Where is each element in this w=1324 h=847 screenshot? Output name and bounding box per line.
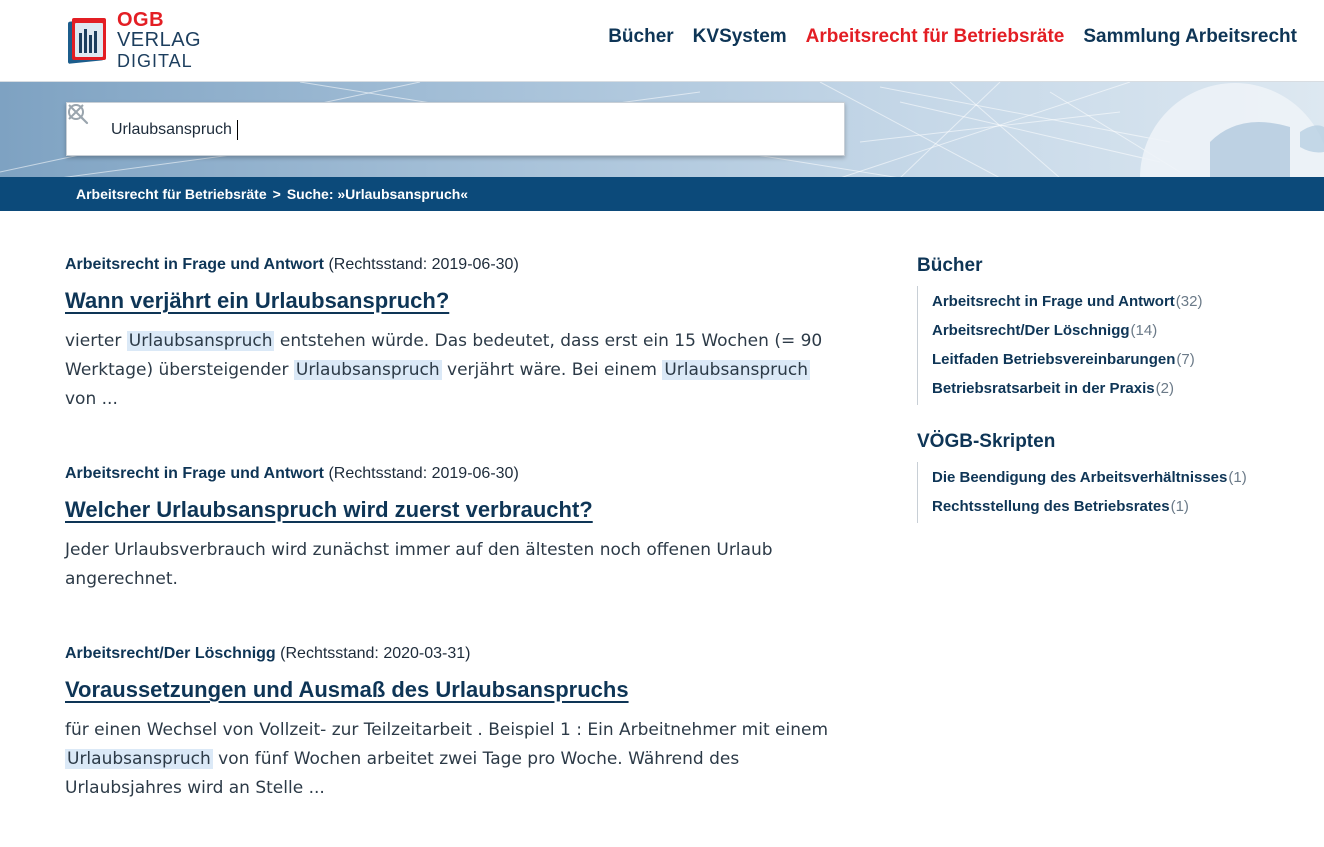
text-caret <box>237 120 238 140</box>
facet-item: Leitfaden Betriebsvereinbarungen (7) <box>932 345 1297 374</box>
search-box <box>66 102 845 156</box>
result-meta: Arbeitsrecht in Frage und Antwort (Recht… <box>65 465 845 483</box>
search-term-highlight: Urlaubsanspruch <box>662 360 811 380</box>
result-meta: Arbeitsrecht/Der Löschnigg (Rechtsstand:… <box>65 645 845 663</box>
facet-list: Arbeitsrecht in Frage und Antwort (32) Ar… <box>917 286 1297 405</box>
breadcrumb-current-search: Suche: »Urlaubsanspruch« <box>286 186 469 202</box>
result-book-name: Arbeitsrecht/Der Löschnigg <box>65 645 276 662</box>
facet-item: Die Beendigung des Arbeitsverhältnisses(… <box>932 463 1297 492</box>
result-title-link[interactable]: Welcher Urlaubsanspruch wird zuerst verb… <box>65 497 593 523</box>
main-nav: Bücher KVSystem Arbeitsrecht für Betrieb… <box>608 26 1297 48</box>
facet-count: (1) <box>1228 469 1247 486</box>
snippet-text: vierter <box>65 331 127 351</box>
facet-count: (1) <box>1170 498 1189 515</box>
result-rechtsstand: (Rechtsstand: 2019-06-30) <box>328 465 519 482</box>
breadcrumb: Arbeitsrecht für Betriebsräte > Suche: »… <box>0 177 1324 211</box>
result-meta: Arbeitsrecht in Frage und Antwort (Recht… <box>65 256 845 274</box>
result-rechtsstand: (Rechtsstand: 2020-03-31) <box>280 645 471 662</box>
result-book-name: Arbeitsrecht in Frage und Antwort <box>65 465 324 482</box>
facet-count: (14) <box>1130 322 1158 339</box>
result-snippet: für einen Wechsel von Vollzeit- zur Teil… <box>65 716 845 803</box>
result-snippet: vierter Urlaubsanspruch entstehen würde.… <box>65 327 845 414</box>
facet-link[interactable]: Leitfaden Betriebsvereinbarungen <box>932 351 1175 368</box>
result-title-link[interactable]: Wann verjährt ein Urlaubsanspruch? <box>65 288 449 314</box>
search-input[interactable] <box>111 113 801 147</box>
facet-voegb-skripten: VÖGB-Skripten Die Beendigung des Arbeits… <box>917 431 1297 523</box>
nav-sammlung-arbeitsrecht[interactable]: Sammlung Arbeitsrecht <box>1083 26 1297 48</box>
search-results: Arbeitsrecht in Frage und Antwort (Recht… <box>65 256 845 847</box>
facet-count: (32) <box>1175 293 1203 310</box>
search-result-item: Arbeitsrecht/Der Löschnigg (Rechtsstand:… <box>65 645 845 803</box>
book-logo-icon <box>66 16 109 64</box>
search-term-highlight: Urlaubsanspruch <box>65 749 213 769</box>
search-term-highlight: Urlaubsanspruch <box>293 360 442 380</box>
facet-link[interactable]: Die Beendigung des Arbeitsverhältnisses <box>932 469 1227 486</box>
facet-count: (7) <box>1176 351 1195 368</box>
logo-verlag: VERLAG <box>116 29 202 51</box>
nav-arbeitsrecht-betriebsraete[interactable]: Arbeitsrecht für Betriebsräte <box>806 26 1065 48</box>
snippet-text: von ... <box>65 389 118 409</box>
facet-item: Betriebsratsarbeit in der Praxis (2) <box>932 374 1297 403</box>
snippet-text: verjährt wäre. Bei einem <box>441 360 663 380</box>
facet-count: (2) <box>1155 380 1174 397</box>
breadcrumb-separator: > <box>272 186 281 202</box>
facet-item: Arbeitsrecht/Der Löschnigg (14) <box>932 316 1297 345</box>
facet-link[interactable]: Betriebsratsarbeit in der Praxis <box>932 380 1155 397</box>
logo-brand: OGB <box>116 9 165 31</box>
nav-kvsystem[interactable]: KVSystem <box>693 26 787 48</box>
logo-text: OGB VERLAG DIGITAL <box>117 10 251 70</box>
facet-list: Die Beendigung des Arbeitsverhältnisses(… <box>917 462 1297 523</box>
search-banner <box>0 82 1324 178</box>
result-title-link[interactable]: Voraussetzungen und Ausmaß des Urlaubsan… <box>65 677 629 703</box>
facet-item: Rechtsstellung des Betriebsrates (1) <box>932 492 1297 521</box>
facet-title: Bücher <box>917 255 983 276</box>
facet-link[interactable]: Arbeitsrecht in Frage und Antwort <box>932 293 1175 310</box>
facet-link[interactable]: Arbeitsrecht/Der Löschnigg <box>932 322 1130 339</box>
logo-digital: DIGITAL <box>116 51 193 71</box>
facet-link[interactable]: Rechtsstellung des Betriebsrates <box>932 498 1170 515</box>
nav-buecher[interactable]: Bücher <box>608 26 673 48</box>
breadcrumb-arbeitsrecht-betriebsraete[interactable]: Arbeitsrecht für Betriebsräte <box>76 186 267 202</box>
site-header: OGB VERLAG DIGITAL Bücher KVSystem Arbei… <box>0 0 1324 82</box>
search-result-item: Arbeitsrecht in Frage und Antwort (Recht… <box>65 256 845 414</box>
result-book-name: Arbeitsrecht in Frage und Antwort <box>65 256 324 273</box>
facet-title: VÖGB-Skripten <box>917 431 1056 452</box>
facet-item: Arbeitsrecht in Frage und Antwort (32) <box>932 287 1297 316</box>
close-icon[interactable] <box>67 103 85 121</box>
filter-sidebar: Bücher Arbeitsrecht in Frage und Antwort… <box>917 255 1297 549</box>
snippet-text: für einen Wechsel von Vollzeit- zur Teil… <box>65 720 829 740</box>
search-term-highlight: Urlaubsanspruch <box>126 331 275 351</box>
result-snippet: Jeder Urlaubsverbrauch wird zunächst imm… <box>65 536 845 594</box>
result-rechtsstand: (Rechtsstand: 2019-06-30) <box>328 256 519 273</box>
ogb-verlag-logo[interactable]: OGB VERLAG DIGITAL <box>66 10 251 70</box>
facet-buecher: Bücher Arbeitsrecht in Frage und Antwort… <box>917 255 1297 405</box>
search-result-item: Arbeitsrecht in Frage und Antwort (Recht… <box>65 465 845 594</box>
snippet-text: Jeder Urlaubsverbrauch wird zunächst imm… <box>65 540 773 589</box>
